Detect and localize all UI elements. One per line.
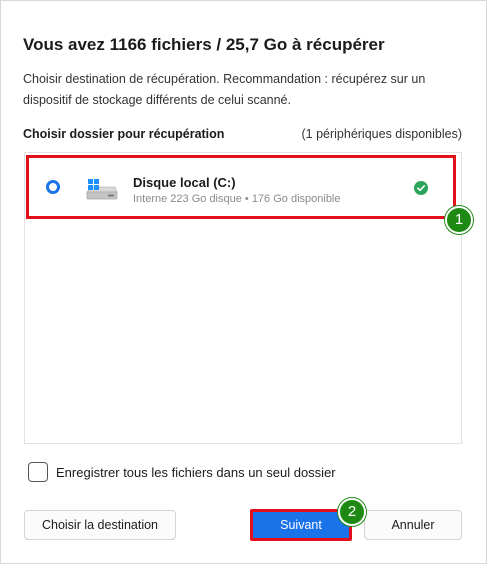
drive-name: Disque local (C:) bbox=[133, 175, 236, 190]
dialog-title: Vous avez 1166 fichiers / 25,7 Go à récu… bbox=[23, 35, 385, 54]
step-badge-2: 2 bbox=[338, 498, 366, 526]
device-count: (1 périphériques disponibles) bbox=[301, 127, 462, 141]
next-button[interactable]: Suivant bbox=[250, 509, 352, 541]
drive-info: Interne 223 Go disque • 176 Go disponibl… bbox=[133, 193, 341, 205]
section-label: Choisir dossier pour récupération bbox=[23, 127, 225, 141]
dialog-description: Choisir destination de récupération. Rec… bbox=[23, 72, 426, 107]
drive-list: Disque local (C:) Interne 223 Go disque … bbox=[24, 152, 462, 444]
drive-radio-button[interactable] bbox=[46, 180, 60, 194]
recovery-destination-dialog: Vous avez 1166 fichiers / 25,7 Go à récu… bbox=[0, 0, 487, 564]
cancel-button[interactable]: Annuler bbox=[364, 510, 462, 540]
choose-destination-button[interactable]: Choisir la destination bbox=[24, 510, 176, 540]
single-folder-checkbox[interactable] bbox=[28, 462, 48, 482]
single-folder-label: Enregistrer tous les fichiers dans un se… bbox=[56, 465, 336, 480]
step-badge-1: 1 bbox=[445, 206, 473, 234]
check-circle-icon bbox=[414, 181, 428, 195]
windows-drive-icon bbox=[86, 179, 118, 200]
drive-item-c[interactable]: Disque local (C:) Interne 223 Go disque … bbox=[26, 155, 456, 219]
